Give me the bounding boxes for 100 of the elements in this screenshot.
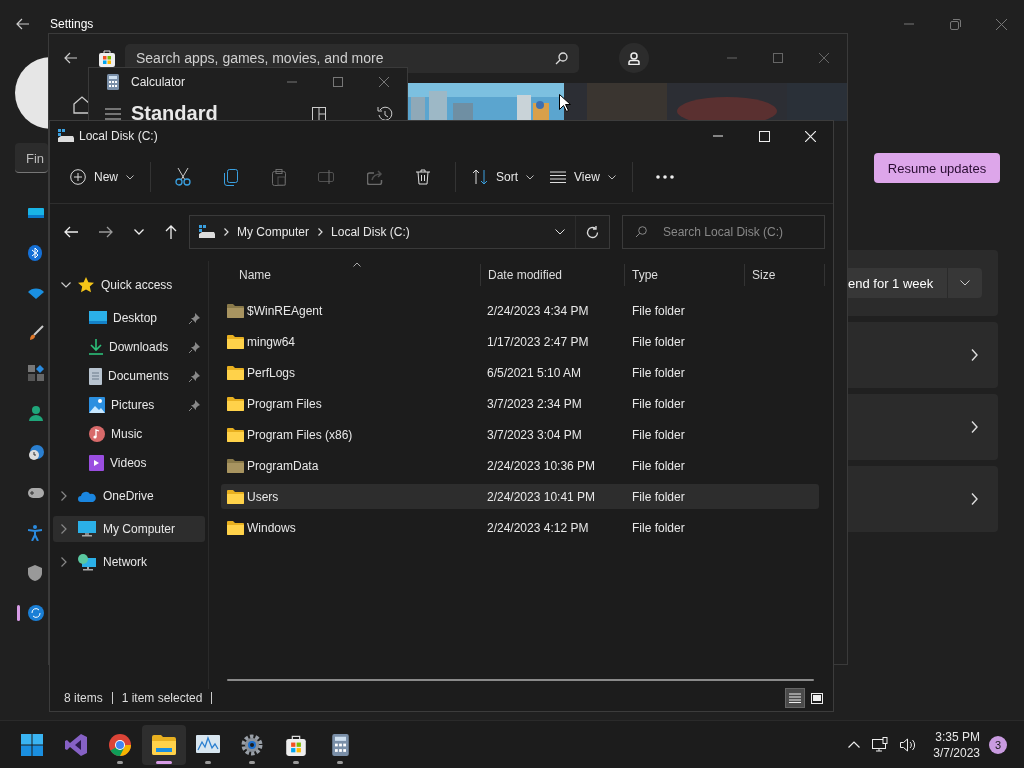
taskbar-explorer-button[interactable] (142, 724, 186, 765)
address-bar[interactable]: My Computer Local Disk (C:) (189, 215, 610, 249)
settings-icon (241, 733, 263, 756)
share-icon (366, 169, 384, 185)
desktop-icon (89, 310, 107, 326)
date-cell: 3/7/2023 3:04 PM (487, 427, 582, 442)
folder-icon (152, 734, 176, 755)
tile-icon (811, 692, 823, 704)
shield-icon (28, 565, 42, 581)
up-arrow-icon[interactable] (165, 225, 177, 239)
nav-item[interactable]: Documents (53, 363, 205, 389)
history-icon[interactable] (377, 105, 393, 122)
bluetooth-icon (28, 245, 42, 261)
breadcrumb-item[interactable]: Local Disk (C:) (331, 225, 410, 239)
accessibility-icon (28, 525, 42, 541)
window-icon[interactable] (311, 106, 326, 121)
chevron-right-icon (971, 421, 978, 433)
speaker-icon[interactable] (900, 737, 918, 752)
scrollbar[interactable] (227, 679, 814, 681)
file-row[interactable]: PerfLogs 6/5/2021 5:10 AM File folder (221, 360, 819, 385)
close-icon (995, 18, 1007, 30)
back-icon[interactable] (16, 18, 30, 30)
details-view-button[interactable] (785, 688, 805, 708)
cloud-icon (78, 490, 96, 502)
chevron-down-icon[interactable] (555, 229, 565, 235)
nav-item[interactable]: Network (53, 549, 205, 575)
document-icon (89, 367, 102, 385)
gamepad-icon (28, 487, 44, 499)
column-header[interactable]: Size (745, 264, 825, 286)
video-icon (89, 455, 104, 471)
maximize-icon (333, 77, 343, 87)
rename-icon (318, 170, 336, 184)
search-field[interactable]: Search Local Disk (C:) (622, 215, 825, 249)
file-row[interactable]: Windows 2/24/2023 4:12 PM File folder (221, 515, 819, 540)
nav-item[interactable]: Downloads (53, 334, 205, 360)
windows-logo-icon (21, 733, 43, 756)
drive-icon (58, 129, 74, 143)
file-row[interactable]: $WinREAgent 2/24/2023 4:34 PM File folder (221, 298, 819, 323)
chevron-up-icon[interactable] (848, 741, 861, 748)
search-icon (555, 51, 568, 65)
file-name: Users (247, 489, 279, 504)
sort-up-icon (352, 262, 361, 267)
file-row[interactable]: mingw64 1/17/2023 2:47 PM File folder (221, 329, 819, 354)
date-cell: 2/24/2023 4:34 PM (487, 303, 589, 318)
nav-item[interactable]: Videos (53, 450, 205, 476)
lines-icon (550, 171, 567, 183)
network-icon[interactable] (872, 737, 889, 752)
nav-item[interactable]: Desktop (53, 305, 205, 331)
download-icon (89, 339, 103, 355)
refresh-icon[interactable] (586, 225, 599, 239)
search-field[interactable]: Fin (15, 143, 48, 173)
nav-label: Pictures (111, 398, 155, 412)
file-row[interactable]: ProgramData 2/24/2023 10:36 PM File folder (221, 453, 819, 478)
copy-icon (224, 168, 238, 186)
type-cell: File folder (632, 458, 685, 473)
nav-item[interactable]: Quick access (53, 272, 205, 298)
file-row[interactable]: Program Files (x86) 3/7/2023 3:04 PM File folder (221, 422, 819, 447)
apps-icon (28, 365, 44, 381)
scissors-icon (175, 168, 191, 186)
chevron-right-icon (224, 228, 229, 236)
restore-icon (949, 18, 961, 30)
sort-button[interactable]: Sort (464, 160, 543, 194)
network-icon (78, 553, 96, 571)
person-icon (628, 51, 640, 65)
notification-badge[interactable]: 3 (989, 735, 1007, 754)
chevron-down-icon[interactable] (61, 282, 71, 288)
maximize-icon (773, 53, 783, 63)
resume-updates-button[interactable]: Resume updates (874, 153, 1000, 183)
nav-item[interactable]: My Computer (53, 516, 205, 542)
column-header[interactable]: Date modified (481, 264, 625, 286)
clock-date: 3/7/2023 (933, 744, 980, 761)
type-cell: File folder (632, 365, 685, 380)
nav-item[interactable]: Music (53, 421, 205, 447)
forward-icon[interactable] (99, 226, 113, 238)
window-title: Local Disk (C:) (79, 129, 158, 143)
account-button[interactable] (619, 43, 649, 73)
file-row[interactable]: Program Files 3/7/2023 2:34 PM File folder (221, 391, 819, 416)
file-name: $WinREAgent (247, 303, 323, 318)
date-cell: 6/5/2021 5:10 AM (487, 365, 582, 380)
back-icon[interactable] (64, 52, 78, 64)
view-button[interactable]: View (542, 160, 624, 194)
person-icon (28, 405, 44, 421)
file-name: mingw64 (247, 334, 296, 349)
breadcrumb-item[interactable]: My Computer (237, 225, 310, 239)
visual-studio-icon (65, 733, 87, 756)
nav-label: Network (103, 555, 147, 569)
new-button[interactable]: New (62, 160, 142, 194)
search-icon (635, 226, 647, 238)
nav-item[interactable]: OneDrive (53, 483, 205, 509)
column-header[interactable]: Name (209, 264, 481, 286)
menu-icon[interactable] (105, 107, 121, 120)
drive-icon (199, 225, 215, 239)
file-row[interactable]: Users 2/24/2023 10:41 PM File folder (221, 484, 819, 509)
nav-item[interactable]: Pictures (53, 392, 205, 418)
nav-label: My Computer (103, 522, 176, 536)
pause-dropdown[interactable]: end for 1 week (848, 268, 982, 298)
nav-label: Downloads (109, 340, 169, 354)
sync-icon (28, 605, 44, 621)
chrome-icon (109, 733, 131, 756)
column-header[interactable]: Type (625, 264, 745, 286)
